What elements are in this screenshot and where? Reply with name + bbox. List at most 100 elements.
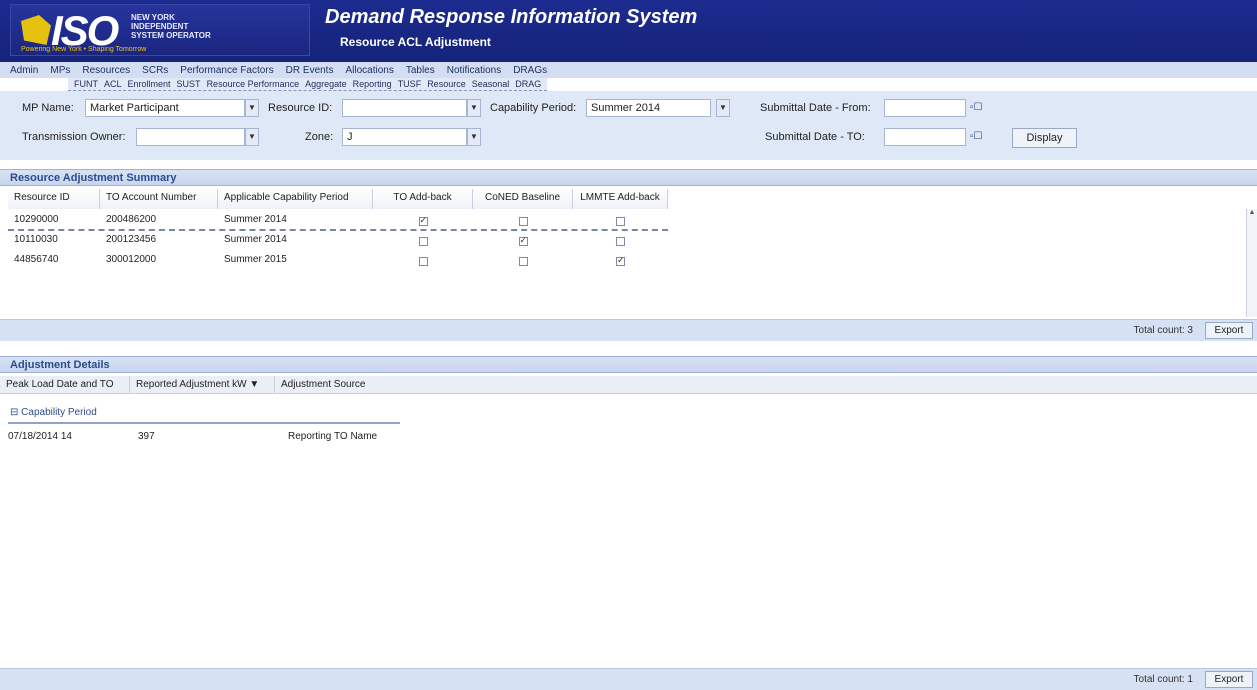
transmission-owner-label: Transmission Owner: <box>22 131 126 143</box>
menu-item-allocations[interactable]: Allocations <box>345 65 393 76</box>
submenu-item-acl[interactable]: ACL <box>104 79 122 89</box>
cell-resource-id: 10110030 <box>14 234 58 245</box>
submittal-to-label: Submittal Date - TO: <box>765 131 865 143</box>
mp-name-select[interactable]: Market Participant <box>85 99 245 117</box>
details-section-header: Adjustment Details <box>0 356 1257 373</box>
coned-baseline-checkbox[interactable] <box>518 235 528 246</box>
summary-section-header: Resource Adjustment Summary <box>0 169 1257 186</box>
submittal-from-calendar-icon[interactable]: ▫☐ <box>970 100 990 116</box>
lmmte-addback-checkbox[interactable] <box>616 217 625 226</box>
resource-id-select[interactable] <box>342 99 467 117</box>
display-button[interactable]: Display <box>1012 128 1077 148</box>
col-to-add-back[interactable]: TO Add-back <box>373 189 473 209</box>
capability-period-group-row[interactable]: ⊟ Capability Period <box>8 404 400 424</box>
logo-tagline: Powering New York • Shaping Tomorrow <box>21 46 147 53</box>
capability-period-label: Capability Period: <box>490 102 577 114</box>
submittal-from-input[interactable] <box>884 99 966 117</box>
col-peak-load-date[interactable]: Peak Load Date and TO <box>0 376 130 393</box>
menu-item-admin[interactable]: Admin <box>10 65 38 76</box>
summary-grid-header: Resource ID TO Account Number Applicable… <box>8 189 668 209</box>
summary-pager: Total count: 3 Export <box>0 319 1257 341</box>
summary-total-count: Total count: 3 <box>1133 325 1193 336</box>
nyiso-logo: ISO New York Independent System Operator… <box>10 4 310 56</box>
submenu-item-resource-performance[interactable]: Resource Performance <box>207 79 300 89</box>
col-adjustment-source[interactable]: Adjustment Source <box>275 376 395 393</box>
group-label: Capability Period <box>21 407 97 418</box>
mp-name-label: MP Name: <box>22 102 74 114</box>
details-total-count: Total count: 1 <box>1133 674 1193 685</box>
new-york-state-icon <box>21 15 51 45</box>
summary-export-button[interactable]: Export <box>1205 322 1253 339</box>
lmmte-addback-checkbox[interactable] <box>616 237 625 246</box>
submenu-item-resource[interactable]: Resource <box>427 79 466 89</box>
to-addback-checkbox[interactable] <box>418 215 428 226</box>
zone-chevron-down-icon[interactable]: ▼ <box>467 128 481 146</box>
col-reported-adjustment-kw[interactable]: Reported Adjustment kW ▼ <box>130 376 275 393</box>
zone-select[interactable]: J <box>342 128 467 146</box>
logo-org-text: New York Independent System Operator <box>131 13 211 40</box>
to-addback-checkbox[interactable] <box>418 257 428 266</box>
page-title: Resource ACL Adjustment <box>340 35 491 49</box>
submenu-item-funt[interactable]: FUNT <box>74 79 98 89</box>
app-header: ISO New York Independent System Operator… <box>0 0 1257 62</box>
summary-grid: Resource ID TO Account Number Applicable… <box>0 189 1246 317</box>
col-to-account-number[interactable]: TO Account Number <box>100 189 218 209</box>
table-row[interactable]: 07/18/2014 14 397 Reporting TO Name <box>8 428 400 446</box>
table-row[interactable]: 10110030 200123456 Summer 2014 <box>8 231 668 251</box>
menu-item-resources[interactable]: Resources <box>82 65 130 76</box>
submenu-item-reporting[interactable]: Reporting <box>353 79 392 89</box>
resource-id-chevron-down-icon[interactable]: ▼ <box>467 99 481 117</box>
details-grid-header: Peak Load Date and TO Reported Adjustmen… <box>0 376 1257 394</box>
cell-period: Summer 2015 <box>224 254 287 265</box>
submenu-item-drag[interactable]: DRAG <box>515 79 541 89</box>
main-menu: Admin MPs Resources SCRs Performance Fac… <box>0 62 1257 78</box>
coned-baseline-checkbox[interactable] <box>518 257 528 266</box>
submenu-item-enrollment[interactable]: Enrollment <box>128 79 171 89</box>
submittal-to-calendar-icon[interactable]: ▫☐ <box>970 129 990 145</box>
lmmte-addback-checkbox[interactable] <box>616 255 625 266</box>
details-pager: Total count: 1 Export <box>0 668 1257 690</box>
table-row[interactable]: 44856740 300012000 Summer 2015 <box>8 251 668 271</box>
cell-to-account: 200123456 <box>106 234 157 245</box>
cell-adjustment-source: Reporting TO Name <box>288 431 378 442</box>
menu-item-dr-events[interactable]: DR Events <box>286 65 334 76</box>
coned-baseline-checkbox[interactable] <box>518 217 528 226</box>
col-coned-baseline[interactable]: CoNED Baseline <box>473 189 573 209</box>
cell-resource-id: 10290000 <box>14 214 59 225</box>
to-addback-checkbox[interactable] <box>418 237 428 246</box>
transmission-owner-select[interactable] <box>136 128 245 146</box>
app-title: Demand Response Information System <box>325 6 698 28</box>
menu-item-drags[interactable]: DRAGs <box>513 65 547 76</box>
col-resource-id[interactable]: Resource ID <box>8 189 100 209</box>
submittal-to-input[interactable] <box>884 128 966 146</box>
submenu-item-seasonal[interactable]: Seasonal <box>472 79 510 89</box>
menu-item-tables[interactable]: Tables <box>406 65 435 76</box>
cell-to-account: 300012000 <box>106 254 157 265</box>
transmission-owner-chevron-down-icon[interactable]: ▼ <box>245 128 259 146</box>
submenu-item-tusf[interactable]: TUSF <box>398 79 422 89</box>
collapse-icon[interactable]: ⊟ <box>10 407 21 418</box>
cell-resource-id: 44856740 <box>14 254 59 265</box>
submenu-item-aggregate[interactable]: Aggregate <box>305 79 347 89</box>
filter-panel: MP Name: Market Participant ▼ Resource I… <box>0 91 1257 160</box>
summary-scrollbar[interactable]: ▲ <box>1246 209 1257 317</box>
details-export-button[interactable]: Export <box>1205 671 1253 688</box>
cell-period: Summer 2014 <box>224 214 287 225</box>
mp-name-chevron-down-icon[interactable]: ▼ <box>245 99 259 117</box>
cell-to-account: 200486200 <box>106 214 157 225</box>
menu-item-performance-factors[interactable]: Performance Factors <box>180 65 273 76</box>
submenu-item-sust[interactable]: SUST <box>177 79 201 89</box>
capability-period-select[interactable]: Summer 2014 <box>586 99 711 117</box>
zone-label: Zone: <box>305 131 334 143</box>
menu-item-mps[interactable]: MPs <box>50 65 70 76</box>
menu-item-scrs[interactable]: SCRs <box>142 65 168 76</box>
col-applicable-capability-period[interactable]: Applicable Capability Period <box>218 189 373 209</box>
capability-period-chevron-down-icon[interactable]: ▼ <box>716 99 730 117</box>
scroll-up-icon[interactable]: ▲ <box>1247 209 1257 216</box>
col-lmmte-add-back[interactable]: LMMTE Add-back <box>573 189 668 209</box>
menu-item-notifications[interactable]: Notifications <box>447 65 501 76</box>
cell-period: Summer 2014 <box>224 234 287 245</box>
cell-peak-load-date: 07/18/2014 14 <box>8 431 72 442</box>
table-row[interactable]: 10290000 200486200 Summer 2014 <box>8 211 668 231</box>
resource-id-label: Resource ID: <box>268 102 333 114</box>
